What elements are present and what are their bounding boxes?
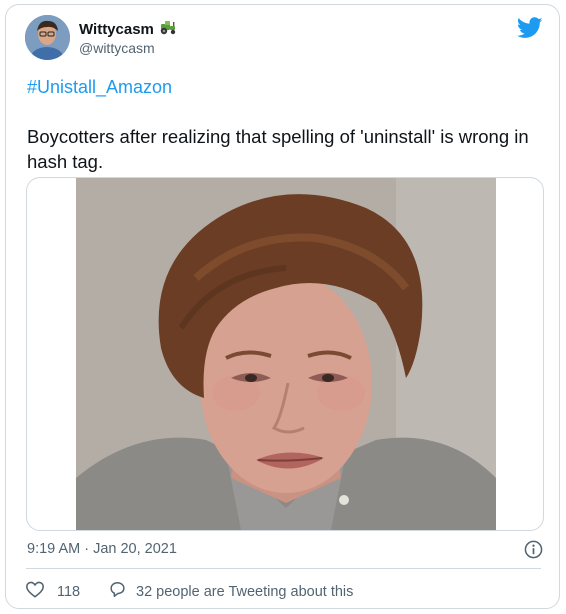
tweet-text: Boycotters after realizing that spelling… <box>27 126 529 172</box>
tweet-timestamp[interactable]: 9:19 AM · Jan 20, 2021 <box>27 541 177 557</box>
author-display-name-row[interactable]: Wittycasm <box>79 20 177 39</box>
divider <box>26 568 541 569</box>
twitter-bird-icon[interactable] <box>516 17 543 39</box>
avatar[interactable] <box>25 15 70 60</box>
info-icon[interactable] <box>524 540 543 559</box>
speech-bubble-icon <box>108 580 127 604</box>
author-handle[interactable]: @wittycasm <box>79 40 155 56</box>
conversation-link[interactable]: 32 people are Tweeting about this <box>108 580 353 604</box>
tweet-card: Wittycasm @wittycasm #Unistall_Amazon Bo… <box>5 4 560 609</box>
conversation-label: 32 people are Tweeting about this <box>136 584 354 600</box>
like-button[interactable]: 118 <box>25 580 80 603</box>
author-display-name[interactable]: Wittycasm <box>79 21 154 38</box>
hashtag-link[interactable]: #Unistall_Amazon <box>27 77 172 98</box>
like-count: 118 <box>57 583 81 600</box>
tractor-emoji-icon <box>159 20 177 39</box>
tweet-media[interactable] <box>26 177 544 531</box>
heart-icon <box>25 580 45 603</box>
tweet-photo[interactable] <box>76 178 496 530</box>
